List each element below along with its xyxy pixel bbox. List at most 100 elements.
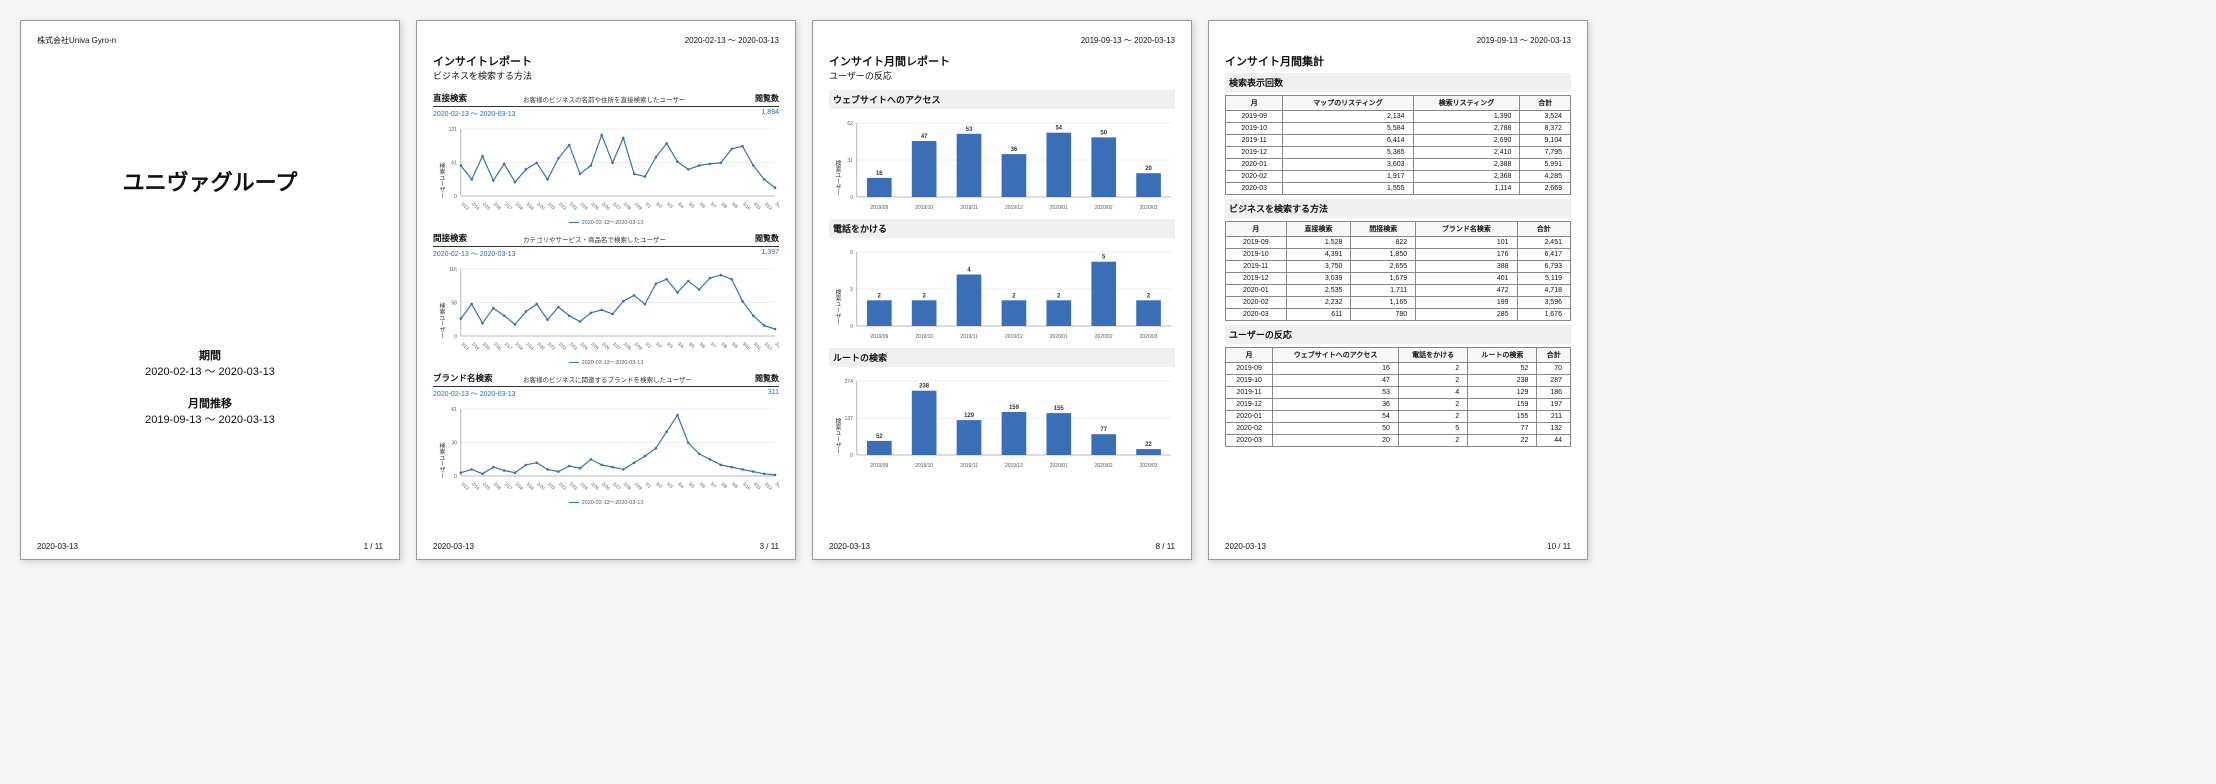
svg-text:2/16: 2/16 — [493, 481, 503, 491]
svg-text:2/23: 2/23 — [569, 341, 579, 351]
table-cell: 3,596 — [1517, 297, 1570, 309]
svg-text:2/24: 2/24 — [579, 201, 589, 211]
svg-text:16: 16 — [876, 171, 883, 177]
table-cell: 2 — [1398, 399, 1467, 411]
svg-text:36: 36 — [1011, 147, 1018, 153]
page10-range: 2019-09-13 ～ 2020-03-13 — [1477, 35, 1571, 47]
table-cell: 1,676 — [1517, 309, 1570, 321]
svg-text:2/27: 2/27 — [612, 201, 622, 211]
svg-text:2020/03: 2020/03 — [1140, 463, 1158, 469]
page10-title: インサイト月間集計 — [1225, 53, 1571, 69]
table-cell: 285 — [1416, 309, 1517, 321]
svg-text:3/3: 3/3 — [666, 341, 674, 349]
svg-text:3/12: 3/12 — [763, 341, 773, 351]
svg-text:3/7: 3/7 — [709, 201, 717, 209]
table-cell: 2020-01 — [1226, 159, 1283, 171]
table-row: 2019-10472238287 — [1226, 375, 1571, 387]
svg-text:0: 0 — [454, 334, 457, 340]
table-cell: 2,410 — [1413, 147, 1520, 159]
svg-text:2/28: 2/28 — [623, 481, 633, 491]
page-number: 1 / 11 — [364, 542, 383, 551]
table-cell: 101 — [1416, 237, 1517, 249]
table-row: 2020-01542155211 — [1226, 411, 1571, 423]
svg-text:116: 116 — [449, 267, 457, 273]
table-cell: 2 — [1398, 363, 1467, 375]
table-cell: 238 — [1468, 375, 1537, 387]
page-cover: 株式会社Univa Gyro-n ユニヴァグループ 期間 2020-02-13 … — [20, 20, 400, 560]
chart-value-row: 2020-02-13 ～ 2020-03-131,894 — [433, 107, 779, 123]
table-header: 合計 — [1537, 348, 1571, 363]
table-cell: 20 — [1273, 435, 1399, 447]
svg-text:2/29: 2/29 — [633, 201, 643, 211]
table-cell: 132 — [1537, 423, 1571, 435]
table-header: 間接検索 — [1351, 222, 1416, 237]
svg-text:3/8: 3/8 — [720, 341, 728, 349]
svg-text:2: 2 — [922, 293, 926, 299]
svg-text:3/6: 3/6 — [698, 341, 706, 349]
svg-text:2019/09: 2019/09 — [870, 334, 888, 340]
table-cell: 4,718 — [1517, 285, 1570, 297]
chart-header: ブランド名検索お客様のビジネスに関連するブランドを検索したユーザー閲覧数 — [433, 372, 779, 387]
svg-text:238: 238 — [919, 384, 930, 390]
svg-text:3/4: 3/4 — [677, 341, 685, 349]
table-cell: 3,039 — [1286, 273, 1351, 285]
svg-text:3/3: 3/3 — [666, 201, 674, 209]
table-cell: 2,535 — [1286, 285, 1351, 297]
table-cell: 822 — [1351, 237, 1416, 249]
table-cell: 2020-03 — [1226, 309, 1287, 321]
svg-text:2: 2 — [1147, 293, 1151, 299]
svg-text:30: 30 — [451, 440, 457, 446]
chart-legend: 2020-02-13～2020-03-13 — [433, 218, 779, 226]
table-header: 電話をかける — [1398, 348, 1467, 363]
table-cell: 2 — [1398, 411, 1467, 423]
svg-text:2/18: 2/18 — [514, 201, 524, 211]
line-chart: 検索ユーザー0581162/132/142/152/162/172/182/19… — [433, 263, 779, 358]
table-row: 2019-113,7502,6553886,793 — [1226, 261, 1571, 273]
svg-text:4: 4 — [967, 267, 971, 273]
company-name: 株式会社Univa Gyro-n — [37, 35, 116, 47]
svg-text:2/22: 2/22 — [558, 201, 568, 211]
svg-text:77: 77 — [1100, 427, 1107, 433]
table-cell: 52 — [1468, 363, 1537, 375]
bar-chart: 検索ユーザー03622422522019/092019/102019/11201… — [829, 242, 1175, 342]
footer-date: 2020-03-13 — [1225, 542, 1266, 551]
line-chart: 検索ユーザー030612/132/142/152/162/172/182/192… — [433, 403, 779, 498]
views-label: 閲覧数 — [739, 373, 779, 384]
table-cell: 2020-02 — [1226, 171, 1283, 183]
table-cell: 2 — [1398, 435, 1467, 447]
chart-date: 2020-02-13 ～ 2020-03-13 — [433, 389, 739, 399]
svg-text:3/13: 3/13 — [774, 481, 779, 491]
svg-text:3/11: 3/11 — [753, 201, 763, 211]
svg-text:2: 2 — [1057, 293, 1061, 299]
table-cell: 2020-01 — [1226, 285, 1287, 297]
svg-text:2019/09: 2019/09 — [870, 463, 888, 469]
svg-text:0: 0 — [850, 195, 853, 201]
table-cell: 50 — [1273, 423, 1399, 435]
svg-text:2/24: 2/24 — [579, 341, 589, 351]
svg-text:121: 121 — [449, 127, 458, 133]
table-cell: 36 — [1273, 399, 1399, 411]
chart-date: 2020-02-13 ～ 2020-03-13 — [433, 109, 739, 119]
table-cell: 2020-03 — [1226, 183, 1283, 195]
table-header: 合計 — [1517, 222, 1570, 237]
table-row: 2020-013,6032,3885,991 — [1226, 159, 1571, 171]
svg-text:2020/03: 2020/03 — [1140, 334, 1158, 340]
svg-text:58: 58 — [451, 300, 457, 306]
svg-text:2019/09: 2019/09 — [870, 205, 888, 211]
table-header: 月 — [1226, 222, 1287, 237]
chart-note: お客様のビジネスに関連するブランドを検索したユーザー — [523, 374, 739, 384]
table-cell: 6,793 — [1517, 261, 1570, 273]
svg-text:2/14: 2/14 — [471, 201, 481, 211]
svg-text:3/1: 3/1 — [644, 341, 652, 349]
svg-text:3/10: 3/10 — [742, 341, 752, 351]
table-row: 2020-012,5351,7114724,718 — [1226, 285, 1571, 297]
svg-text:2/13: 2/13 — [460, 481, 470, 491]
table-cell: 5,119 — [1517, 273, 1570, 285]
svg-text:2/16: 2/16 — [493, 201, 503, 211]
table-cell: 16 — [1273, 363, 1399, 375]
svg-text:2/23: 2/23 — [569, 481, 579, 491]
table-cell: 2,134 — [1283, 111, 1413, 123]
svg-text:2019/12: 2019/12 — [1005, 205, 1023, 211]
svg-text:3/12: 3/12 — [763, 201, 773, 211]
svg-text:0: 0 — [454, 194, 457, 200]
